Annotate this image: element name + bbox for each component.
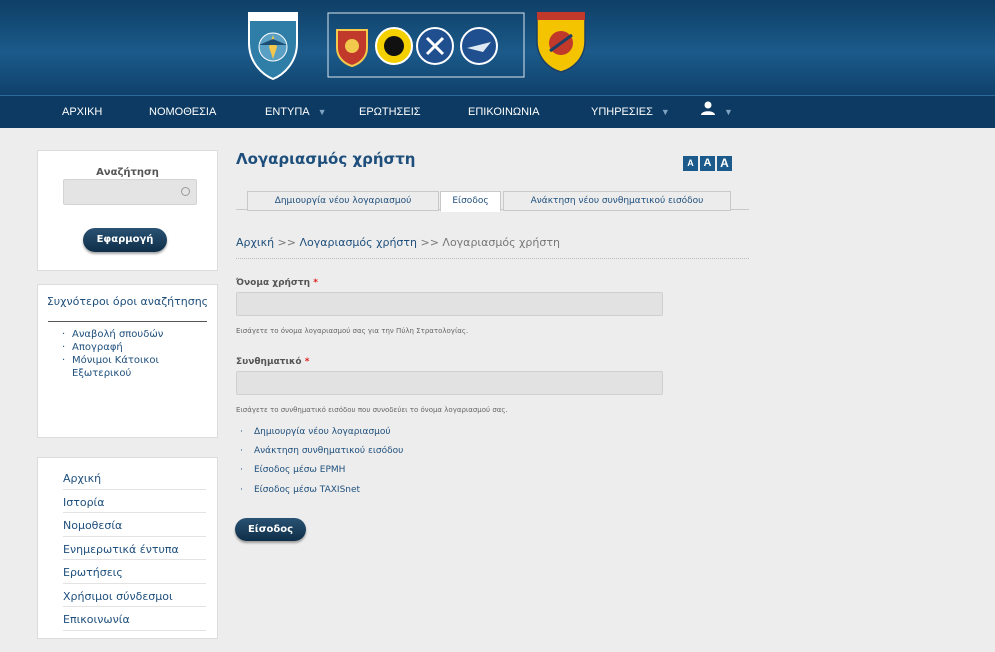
bullet: · — [240, 427, 243, 437]
user-icon — [700, 96, 716, 128]
side-menu-item-home[interactable]: Αρχική — [63, 466, 206, 490]
link-text: Είσοδος μέσω TAXISnet — [254, 484, 361, 495]
chevron-down-icon: ▼ — [724, 107, 733, 117]
search-panel: Αναζήτηση Εφαρμογή — [37, 150, 218, 271]
link-login-taxisnet[interactable]: · Είσοδος μέσω TAXISnet — [240, 485, 403, 504]
search-input[interactable] — [63, 179, 197, 205]
frequent-terms-panel: Συχνότεροι όροι αναζήτησης Αναβολή σπουδ… — [37, 284, 218, 438]
tab-register[interactable]: Δημιουργία νέου λογαριασμού — [247, 191, 439, 211]
required-marker: * — [304, 357, 310, 367]
breadcrumb-current: Λογαριασμός χρήστη — [442, 236, 560, 249]
side-menu-item-history[interactable]: Ιστορία — [63, 490, 206, 513]
link-login-ermis[interactable]: · Είσοδος μέσω ΕΡΜΗ — [240, 465, 403, 484]
side-menu: Αρχική Ιστορία Νομοθεσία Ενημερωτικά έντ… — [63, 466, 206, 631]
joint-staff-emblem-logo — [536, 11, 586, 73]
nav-label: ΥΠΗΡΕΣΙΕΣ — [591, 106, 653, 118]
page-title: Λογαριασμός χρήστη — [236, 150, 416, 168]
username-field[interactable] — [236, 292, 663, 316]
nav-item-services[interactable]: ΥΠΗΡΕΣΙΕΣ ▼ — [591, 96, 670, 128]
side-menu-panel: Αρχική Ιστορία Νομοθεσία Ενημερωτικά έντ… — [37, 457, 218, 639]
army-emblem-logo — [247, 9, 299, 81]
link-create-account[interactable]: · Δημιουργία νέου λογαριασμού — [240, 427, 403, 446]
breadcrumb-home[interactable]: Αρχική — [236, 236, 274, 249]
breadcrumb-separator: >> — [277, 236, 296, 249]
frequent-terms-list: Αναβολή σπουδών Απογραφή Μόνιμοι Κάτοικο… — [58, 328, 192, 380]
side-menu-item-legislation[interactable]: Νομοθεσία — [63, 513, 206, 537]
nav-label: ΕΝΤΥΠΑ — [265, 106, 310, 118]
divider — [236, 258, 749, 259]
required-marker: * — [313, 278, 318, 288]
account-links: · Δημιουργία νέου λογαριασμού · Ανάκτηση σ… — [240, 427, 403, 504]
login-submit-button[interactable]: Είσοδος — [235, 518, 306, 541]
main-nav: ΑΡΧΙΚΗ ΝΟΜΟΘΕΣΙΑ ΕΝΤΥΠΑ ▼ ΕΡΩΤΗΣΕΙΣ ΕΠΙΚΟ… — [0, 95, 995, 128]
tab-password-reset[interactable]: Ανάκτηση νέου συνθηματικού εισόδου — [503, 191, 731, 211]
password-help: Εισάγετε το συνθηματικό εισόδου που συνο… — [236, 406, 508, 414]
bullet: · — [240, 446, 243, 457]
nav-item-questions[interactable]: ΕΡΩΤΗΣΕΙΣ — [359, 96, 421, 128]
header-banner — [0, 0, 995, 95]
tab-login[interactable]: Είσοδος — [440, 191, 501, 212]
breadcrumb: Αρχική >> Λογαριασμός χρήστη >> Λογαριασ… — [236, 236, 560, 249]
term-link[interactable]: Μόνιμοι Κάτοικοι Εξωτερικού — [58, 354, 192, 380]
nav-label: ΕΠΙΚΟΙΝΩΝΙΑ — [468, 106, 540, 118]
password-field[interactable] — [236, 371, 663, 395]
nav-item-contact[interactable]: ΕΠΙΚΟΙΝΩΝΙΑ — [468, 96, 539, 128]
nav-item-legislation[interactable]: ΝΟΜΟΘΕΣΙΑ — [149, 96, 216, 128]
link-text: Ανάκτηση συνθηματικού εισόδου — [254, 446, 404, 457]
breadcrumb-separator: >> — [420, 236, 439, 249]
nav-item-forms[interactable]: ΕΝΤΥΠΑ ▼ — [265, 96, 327, 128]
link-text: Δημιουργία νέου λογαριασμού — [254, 427, 391, 437]
bullet: · — [240, 484, 243, 495]
password-label-text: Συνθηματικό — [236, 357, 302, 367]
nav-item-user[interactable]: ▼ — [700, 96, 733, 128]
side-menu-item-questions[interactable]: Ερωτήσεις — [63, 560, 206, 584]
search-throbber-icon — [181, 187, 190, 196]
font-size-medium-button[interactable]: A — [700, 156, 715, 171]
search-submit-button[interactable]: Εφαρμογή — [83, 228, 167, 252]
chevron-down-icon: ▼ — [317, 107, 327, 117]
bullet: · — [240, 465, 243, 476]
nav-label: ΑΡΧΙΚΗ — [62, 106, 103, 118]
term-link[interactable]: Αναβολή σπουδών — [58, 328, 192, 341]
username-label: Όνομα χρήστη * — [236, 278, 318, 288]
password-label: Συνθηματικό * — [236, 357, 309, 367]
nav-label: ΝΟΜΟΘΕΣΙΑ — [149, 106, 217, 118]
nav-item-home[interactable]: ΑΡΧΙΚΗ — [62, 96, 102, 128]
font-size-large-button[interactable]: A — [717, 156, 732, 171]
search-title: Αναζήτηση — [96, 167, 159, 178]
frequent-terms-title: Συχνότεροι όροι αναζήτησης — [46, 295, 209, 308]
link-recover-password[interactable]: · Ανάκτηση συνθηματικού εισόδου — [240, 446, 403, 465]
chevron-down-icon: ▼ — [660, 107, 670, 117]
side-menu-item-contact[interactable]: Επικοινωνία — [63, 607, 206, 631]
username-help: Εισάγετε το όνομα λογαριασμού σας για τη… — [236, 327, 469, 335]
side-menu-item-brochures[interactable]: Ενημερωτικά έντυπα — [63, 537, 206, 560]
font-size-small-button[interactable]: A — [683, 156, 698, 171]
link-text: Είσοδος μέσω ΕΡΜΗ — [254, 465, 346, 476]
nav-label: ΕΡΩΤΗΣΕΙΣ — [359, 106, 421, 118]
divider — [48, 321, 207, 322]
ministry-badges-logo — [327, 12, 525, 78]
breadcrumb-account[interactable]: Λογαριασμός χρήστη — [299, 236, 417, 249]
username-label-text: Όνομα χρήστη — [236, 278, 311, 288]
term-link[interactable]: Απογραφή — [58, 341, 192, 354]
side-menu-item-links[interactable]: Χρήσιμοι σύνδεσμοι — [63, 584, 206, 607]
